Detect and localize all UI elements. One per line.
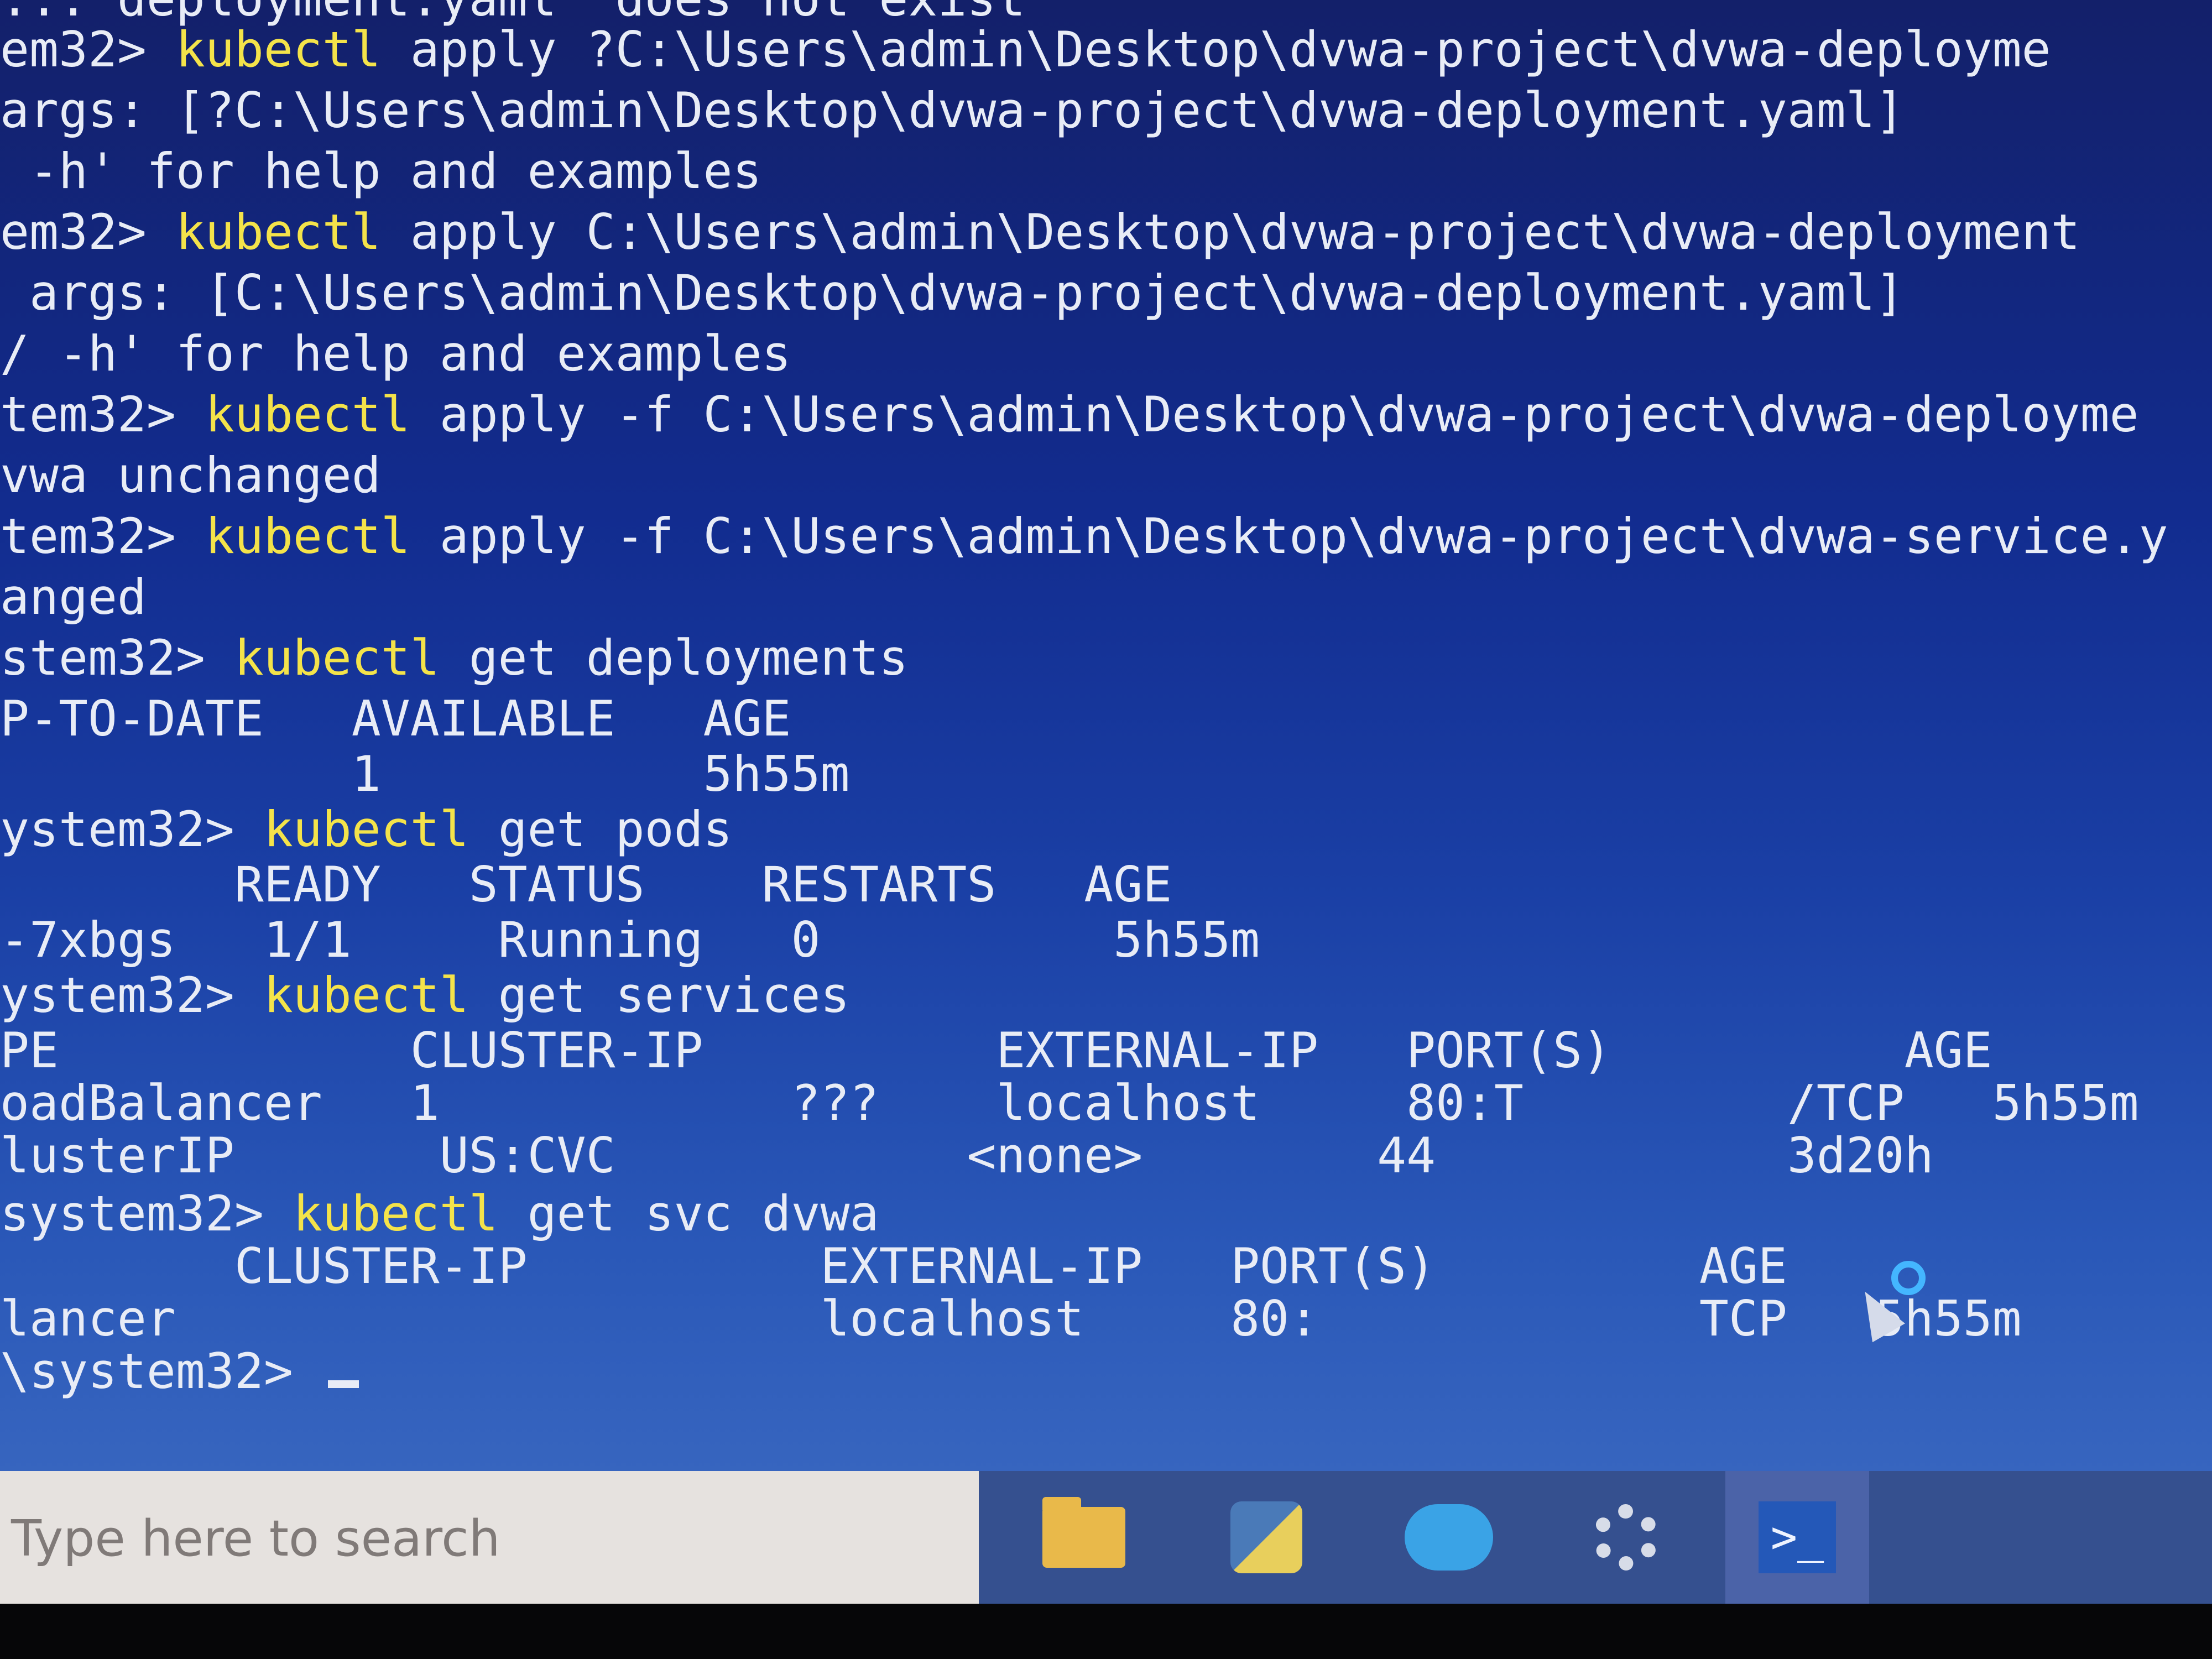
command: kubectl [175, 21, 381, 78]
python-button[interactable] [1194, 1471, 1338, 1604]
settings-button[interactable] [1554, 1471, 1698, 1604]
terminal-line: -h' for help and examples [0, 144, 762, 199]
output: lusterIP US:CVC <none> 44 3d20h [0, 1127, 1934, 1184]
command: kubectl [205, 508, 410, 565]
output: get svc dvwa [498, 1185, 879, 1242]
output: P-TO-DATE AVAILABLE AGE [0, 690, 791, 747]
output: -h' for help and examples [0, 143, 762, 200]
output: lancer localhost 80: TCP 5h55m [0, 1290, 2022, 1347]
prompt: tem32> [0, 386, 205, 443]
docker-button[interactable] [1377, 1471, 1521, 1604]
output: anged [0, 568, 147, 625]
output: CLUSTER-IP EXTERNAL-IP PORT(S) AGE [0, 1238, 1787, 1295]
terminal-line: ystem32> kubectl get services [0, 968, 849, 1023]
text-cursor [327, 1380, 359, 1388]
powershell-terminal-window[interactable]: ... deployment.yaml" does not exist em32… [0, 0, 2212, 1471]
output: 1 5h55m [0, 745, 850, 802]
terminal-line: P-TO-DATE AVAILABLE AGE [0, 691, 791, 747]
command: kubectl [234, 629, 440, 686]
output: args: [?C:\Users\admin\Desktop\dvwa-proj… [0, 82, 1905, 139]
prompt: em32> [0, 204, 176, 260]
output: get services [468, 967, 850, 1024]
prompt: system32> [0, 1185, 293, 1242]
terminal-line: tem32> kubectl apply -f C:\Users\admin\D… [0, 509, 2168, 564]
command: kubectl [263, 967, 469, 1024]
terminal-line: system32> kubectl get svc dvwa [0, 1186, 879, 1241]
terminal-line: oadBalancer 1 ??? localhost 80:T /TCP 5h… [0, 1076, 2139, 1131]
taskbar: Type here to search >_ [0, 1471, 2212, 1604]
output: vwa unchanged [0, 447, 381, 504]
file-explorer-icon [1042, 1497, 1125, 1568]
output: READY STATUS RESTARTS AGE [0, 856, 1172, 913]
terminal-line: em32> kubectl apply ?C:\Users\admin\Desk… [0, 22, 2051, 77]
terminal-line: em32> kubectl apply C:\Users\admin\Deskt… [0, 205, 2080, 260]
search-placeholder: Type here to search [11, 1510, 500, 1568]
output: get pods [468, 801, 733, 858]
monitor-bezel [0, 1604, 2212, 1659]
command: kubectl [263, 801, 469, 858]
output: PE CLUSTER-IP EXTERNAL-IP PORT(S) AGE [0, 1022, 1992, 1079]
python-icon [1230, 1501, 1302, 1573]
prompt: stem32> [0, 629, 234, 686]
terminal-line: args: [C:\Users\admin\Desktop\dvwa-proje… [0, 265, 1905, 321]
output: apply -f C:\Users\admin\Desktop\dvwa-pro… [410, 386, 2139, 443]
terminal-line: READY STATUS RESTARTS AGE [0, 857, 1172, 912]
output: oadBalancer 1 ??? localhost 80:T /TCP 5h… [0, 1074, 2139, 1131]
output: apply C:\Users\admin\Desktop\dvwa-projec… [380, 204, 2080, 260]
powershell-icon: >_ [1759, 1501, 1836, 1573]
prompt: ystem32> [0, 801, 264, 858]
terminal-line: anged [0, 570, 147, 625]
terminal-line: ystem32> kubectl get pods [0, 802, 733, 857]
output: / -h' for help and examples [0, 325, 791, 382]
output: args: [C:\Users\admin\Desktop\dvwa-proje… [0, 264, 1905, 321]
output: -7xbgs 1/1 Running 0 5h55m [0, 911, 1260, 968]
output: apply -f C:\Users\admin\Desktop\dvwa-pro… [410, 508, 2168, 565]
docker-icon [1405, 1504, 1493, 1571]
busy-ring-icon [1891, 1261, 1926, 1295]
terminal-line: stem32> kubectl get deployments [0, 630, 908, 686]
terminal-line: 1 5h55m [0, 745, 850, 802]
terminal-line: / -h' for help and examples [0, 326, 791, 382]
terminal-line-input[interactable]: \system32> [0, 1344, 359, 1399]
terminal-line: args: [?C:\Users\admin\Desktop\dvwa-proj… [0, 83, 1905, 138]
taskbar-search-box[interactable]: Type here to search [0, 1471, 979, 1604]
terminal-line: -7xbgs 1/1 Running 0 5h55m [0, 912, 1260, 968]
command: kubectl [293, 1185, 498, 1242]
file-explorer-button[interactable] [1012, 1471, 1156, 1604]
command: kubectl [175, 204, 381, 260]
settings-gear-icon [1593, 1504, 1659, 1571]
command: kubectl [205, 386, 410, 443]
terminal-line: tem32> kubectl apply -f C:\Users\admin\D… [0, 387, 2139, 442]
prompt: ystem32> [0, 967, 264, 1024]
terminal-line: vwa unchanged [0, 448, 381, 503]
prompt: \system32> [0, 1343, 322, 1400]
terminal-line: CLUSTER-IP EXTERNAL-IP PORT(S) AGE [0, 1239, 1787, 1294]
prompt: em32> [0, 21, 176, 78]
terminal-line: lusterIP US:CVC <none> 44 3d20h [0, 1128, 1934, 1183]
output: get deployments [439, 629, 909, 686]
prompt: tem32> [0, 508, 205, 565]
powershell-button[interactable]: >_ [1725, 1471, 1869, 1604]
terminal-line: lancer localhost 80: TCP 5h55m [0, 1291, 2022, 1347]
terminal-line: PE CLUSTER-IP EXTERNAL-IP PORT(S) AGE [0, 1023, 1992, 1078]
output: apply ?C:\Users\admin\Desktop\dvwa-proje… [380, 21, 2051, 78]
